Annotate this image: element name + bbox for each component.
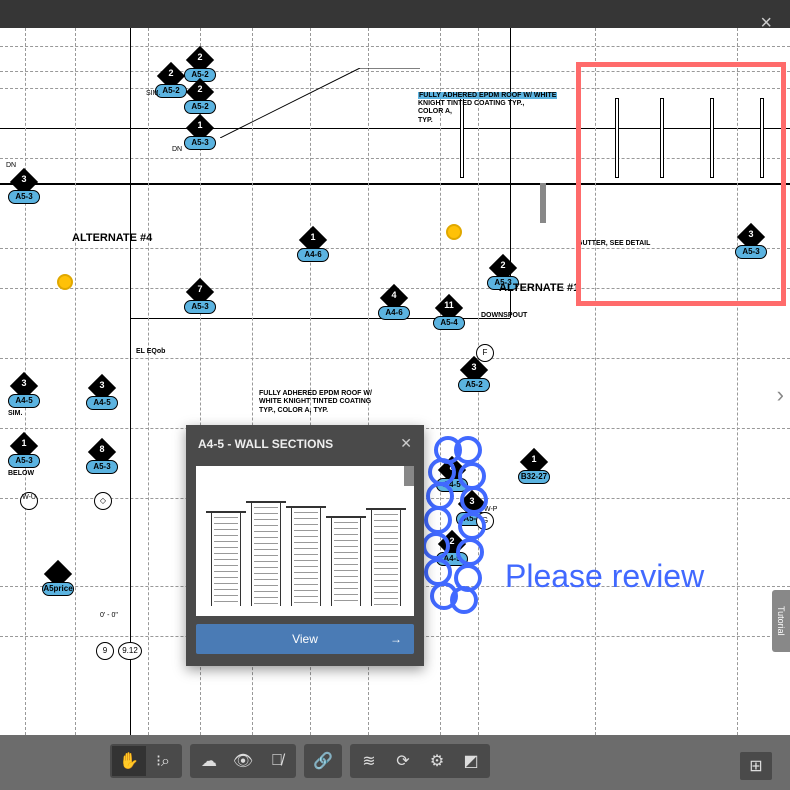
callout-marker[interactable]: 1A5-3BELOW <box>8 444 40 470</box>
callout-marker[interactable]: 3A5-2 <box>458 368 490 394</box>
downspout-note: DOWNSPOUT <box>481 312 527 320</box>
issue-dot[interactable] <box>57 274 73 290</box>
popup-thumbnail[interactable] <box>196 466 414 616</box>
leader-line <box>220 68 420 138</box>
alternate-1-label: ALTERNATE #1 <box>499 282 579 294</box>
popup-title: A4-5 - WALL SECTIONS <box>198 437 333 451</box>
show-tool-icon[interactable]: 👁 <box>226 746 260 776</box>
diamond-tag: ◇ <box>94 492 112 510</box>
tool-group: ≋⟳⚙◩ <box>350 744 490 778</box>
gridline <box>130 28 131 735</box>
hide-tool-icon[interactable]: 👁̸ <box>260 746 294 776</box>
compare-tool-icon[interactable]: ◩ <box>454 746 488 776</box>
dn-label: DN <box>172 146 182 153</box>
wu-tag: W-U <box>20 492 38 510</box>
callout-marker[interactable]: 1A5-3 <box>184 126 216 152</box>
eq-note: EL EQob <box>136 348 165 356</box>
markup-rectangle[interactable] <box>576 62 786 306</box>
callout-marker[interactable]: 7A5-3 <box>184 290 216 316</box>
issue-dot[interactable] <box>446 224 462 240</box>
callout-marker[interactable]: 11A5-4 <box>433 306 465 332</box>
next-sheet-icon[interactable]: › <box>777 382 784 408</box>
zoom-region-tool-icon[interactable]: ⁝⌕ <box>146 746 180 776</box>
callout-marker[interactable]: 3A4-5 <box>86 386 118 412</box>
close-icon[interactable]: × <box>760 12 772 35</box>
callout-marker[interactable]: 4A4-6 <box>378 296 410 322</box>
gridline <box>0 46 790 47</box>
callout-marker[interactable]: 1B32-27 <box>518 460 550 486</box>
settings-tool-icon[interactable]: ⚙ <box>420 746 454 776</box>
column <box>540 183 546 223</box>
gridline <box>0 358 790 359</box>
view-button[interactable]: View → <box>196 624 414 654</box>
dn-label: DN <box>6 162 16 169</box>
cloud-tool-icon[interactable]: ☁ <box>192 746 226 776</box>
arrow-right-icon: → <box>390 632 402 646</box>
markup-cloud[interactable] <box>428 436 488 616</box>
bottom-toolbar: ✋⁝⌕☁👁👁̸🔗≋⟳⚙◩ <box>0 742 790 780</box>
sheet-preview-popup: A4-5 - WALL SECTIONS ✕ View → <box>186 425 424 666</box>
tool-group: ✋⁝⌕ <box>110 744 182 778</box>
callout-marker[interactable]: 2A5-2 <box>184 90 216 116</box>
callout-marker[interactable]: 3A5-3 <box>8 180 40 206</box>
tool-group: 🔗 <box>304 744 342 778</box>
dim-label: 0' - 0" <box>100 612 118 619</box>
grid-tag-f: F <box>476 344 494 362</box>
alternate-4-label: ALTERNATE #4 <box>72 232 152 244</box>
callout-marker[interactable]: 3A4-5SIM. <box>8 384 40 410</box>
sim-label: SIM. <box>146 90 160 97</box>
gridline <box>440 28 441 735</box>
callout-marker[interactable]: 1A4-6 <box>297 238 329 264</box>
callout-marker[interactable]: 8A5-3 <box>86 450 118 476</box>
pan-tool-icon[interactable]: ✋ <box>112 746 146 776</box>
rotate-tool-icon[interactable]: ⟳ <box>386 746 420 776</box>
roof-note-2: FULLY ADHERED EPDM ROOF W/ WHITE KNIGHT … <box>259 390 379 415</box>
gridline <box>75 28 76 735</box>
markup-text[interactable]: Please review <box>505 558 704 595</box>
link-tool-icon[interactable]: 🔗 <box>306 746 340 776</box>
gridline <box>148 28 149 735</box>
grid-tag-9: 9 <box>96 642 114 660</box>
callout-marker[interactable]: A5price <box>42 572 74 598</box>
popup-close-icon[interactable]: ✕ <box>400 435 412 452</box>
top-bar <box>0 0 790 28</box>
tool-group: ☁👁👁̸ <box>190 744 296 778</box>
tutorial-tab[interactable]: Tutorial <box>772 590 790 652</box>
roof-note-1: KNIGHT TINTED COATING TYP., COLOR A,TYP. <box>418 100 548 125</box>
grid-tag-912: 9.12 <box>118 642 142 660</box>
layers-tool-icon[interactable]: ≋ <box>352 746 386 776</box>
roof-note-hl: FULLY ADHERED EPDM ROOF W/ WHITE <box>418 92 557 99</box>
